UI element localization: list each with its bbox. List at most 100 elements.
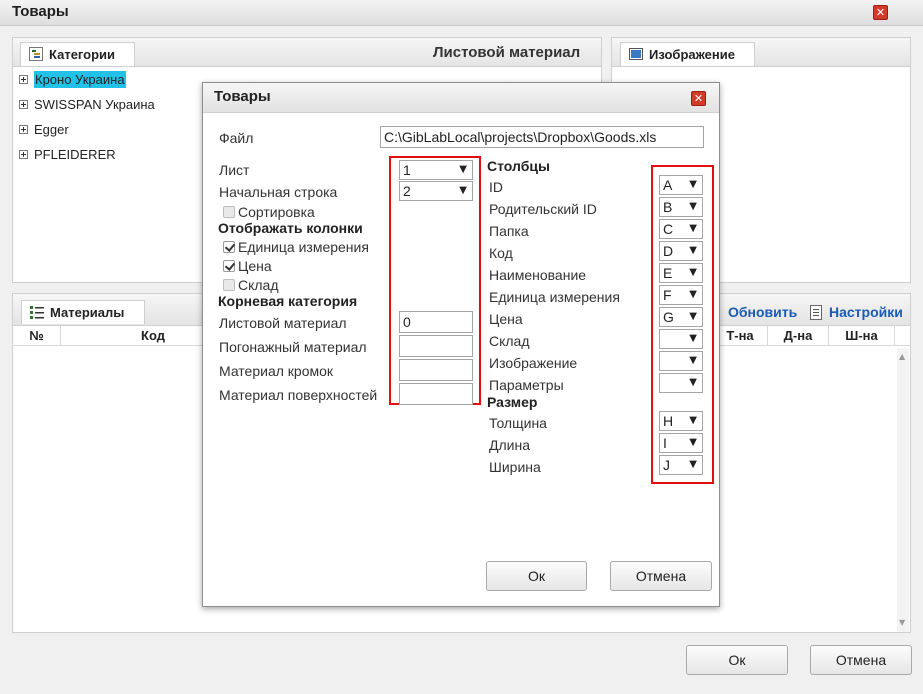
tree-item[interactable]: PFLEIDERER [19, 146, 116, 164]
col-folder-select[interactable]: C ▼ [659, 219, 703, 239]
stock-checkbox[interactable] [223, 279, 235, 291]
columns-title: Столбцы [487, 158, 550, 174]
col-length-label: Длина [489, 437, 530, 453]
root-sheet-field[interactable]: 0 [399, 311, 473, 333]
select-value: J [663, 457, 670, 473]
dialog-ok-button[interactable]: Ок [486, 561, 587, 591]
size-title: Размер [487, 394, 538, 410]
select-value: C [663, 221, 674, 237]
col-parent-select[interactable]: B ▼ [659, 197, 703, 217]
dialog-title: Товары [214, 88, 271, 105]
select-value: A [663, 177, 673, 193]
column-header-thickness[interactable]: Т-на [713, 326, 768, 345]
col-name-select[interactable]: E ▼ [659, 263, 703, 283]
start-row-label: Начальная строка [219, 184, 338, 200]
chevron-down-icon: ▼ [689, 355, 697, 366]
chevron-down-icon: ▼ [689, 267, 697, 278]
col-unit-select[interactable]: F ▼ [659, 285, 703, 305]
tree-item-label: Egger [34, 122, 69, 137]
sheet-label: Лист [219, 162, 250, 178]
image-icon [629, 47, 643, 61]
tree-item[interactable]: Кроно Украина [19, 71, 126, 89]
cancel-button[interactable]: Отмена [810, 645, 912, 675]
select-value: E [663, 265, 673, 281]
root-edge-label: Материал кромок [219, 363, 334, 379]
tab-image-label: Изображение [649, 47, 735, 62]
tab-image[interactable]: Изображение [620, 42, 755, 66]
root-molding-label: Погонажный материал [219, 339, 367, 355]
tab-categories-label: Категории [49, 47, 116, 62]
settings-label: Настройки [829, 304, 903, 320]
col-id-select[interactable]: A ▼ [659, 175, 703, 195]
root-molding-field[interactable] [399, 335, 473, 357]
sort-checkbox[interactable] [223, 206, 235, 218]
root-edge-field[interactable] [399, 359, 473, 381]
unit-checkbox-label: Единица измерения [238, 239, 369, 255]
tab-categories[interactable]: Категории [20, 42, 135, 66]
chevron-down-icon: ▼ [689, 311, 697, 322]
scroll-down-icon[interactable]: ▼ [899, 618, 905, 627]
col-width-label: Ширина [489, 459, 541, 475]
tree-item[interactable]: Egger [19, 121, 69, 139]
tree-item-label: PFLEIDERER [34, 147, 116, 162]
sheet-select[interactable]: 1 ▼ [399, 160, 473, 180]
col-stock-select[interactable]: ▼ [659, 329, 703, 349]
chevron-down-icon: ▼ [689, 415, 697, 426]
column-header-width[interactable]: Ш-на [829, 326, 895, 345]
dialog-close-icon[interactable]: ✕ [691, 91, 706, 106]
col-image-select[interactable]: ▼ [659, 351, 703, 371]
tree-item[interactable]: SWISSPAN Украина [19, 96, 155, 114]
col-params-select[interactable]: ▼ [659, 373, 703, 393]
tab-materials-label: Материалы [50, 305, 125, 320]
plus-icon[interactable] [19, 125, 28, 134]
select-value: H [663, 413, 674, 429]
col-code-label: Код [489, 245, 513, 261]
window-close-icon[interactable]: ✕ [873, 5, 888, 20]
materials-scrollbar[interactable]: ▲ ▼ [897, 348, 909, 632]
select-value: I [663, 435, 667, 451]
chevron-down-icon: ▼ [689, 223, 697, 234]
refresh-label: Обновить [728, 304, 798, 320]
plus-icon[interactable] [19, 75, 28, 84]
plus-icon[interactable] [19, 150, 28, 159]
unit-checkbox[interactable] [223, 241, 235, 253]
dialog-cancel-button[interactable]: Отмена [610, 561, 712, 591]
file-label: Файл [219, 130, 254, 146]
document-icon [810, 305, 822, 320]
start-row-select-value: 2 [403, 183, 411, 199]
col-length-select[interactable]: I ▼ [659, 433, 703, 453]
list-icon [30, 305, 44, 319]
select-value: G [663, 309, 674, 325]
window-titlebar: Товары ✕ [0, 0, 923, 26]
col-unit-label: Единица измерения [489, 289, 620, 305]
price-checkbox[interactable] [223, 260, 235, 272]
chevron-down-icon: ▼ [689, 333, 697, 344]
window-title: Товары [12, 3, 69, 20]
root-surface-label: Материал поверхностей [219, 387, 378, 403]
root-sheet-label: Листовой материал [219, 315, 347, 331]
chevron-down-icon: ▼ [689, 437, 697, 448]
tab-materials[interactable]: Материалы [21, 300, 145, 324]
tree-icon [29, 47, 43, 61]
scroll-up-icon[interactable]: ▲ [899, 352, 905, 361]
col-price-select[interactable]: G ▼ [659, 307, 703, 327]
root-surface-field[interactable] [399, 383, 473, 405]
file-path-field[interactable]: C:\GibLabLocal\projects\Dropbox\Goods.xl… [380, 126, 704, 148]
show-columns-title: Отображать колонки [218, 220, 363, 236]
col-price-label: Цена [489, 311, 523, 327]
col-id-label: ID [489, 179, 503, 195]
ok-button[interactable]: Ок [686, 645, 788, 675]
column-header-length[interactable]: Д-на [768, 326, 829, 345]
col-code-select[interactable]: D ▼ [659, 241, 703, 261]
col-thickness-select[interactable]: H ▼ [659, 411, 703, 431]
sheet-select-value: 1 [403, 162, 411, 178]
column-header-number[interactable]: № [13, 326, 61, 345]
col-folder-label: Папка [489, 223, 529, 239]
col-width-select[interactable]: J ▼ [659, 455, 703, 475]
plus-icon[interactable] [19, 100, 28, 109]
col-params-label: Параметры [489, 377, 564, 393]
tree-item-label: Кроно Украина [34, 71, 126, 88]
start-row-select[interactable]: 2 ▼ [399, 181, 473, 201]
import-dialog: Товары ✕ Файл C:\GibLabLocal\projects\Dr… [202, 82, 720, 607]
select-value: F [663, 287, 672, 303]
